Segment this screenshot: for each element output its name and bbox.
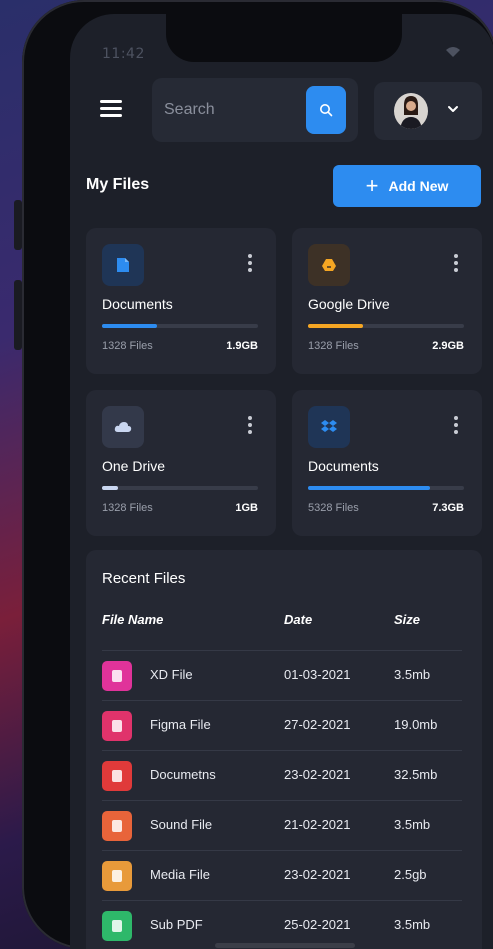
storage-size: 1GB bbox=[235, 502, 258, 514]
file-date: 23-02-2021 bbox=[284, 767, 351, 782]
file-size: 19.0mb bbox=[394, 717, 438, 732]
recent-files-panel: Recent Files File Name Date Size XD File… bbox=[86, 550, 482, 949]
page-title: My Files bbox=[86, 176, 150, 193]
status-time: 11:42 bbox=[102, 46, 145, 62]
xd-file-icon bbox=[102, 661, 132, 691]
media-file-icon bbox=[102, 861, 132, 891]
file-name: Sub PDF bbox=[150, 917, 203, 932]
file-count: 5328 Files bbox=[308, 502, 359, 514]
dropbox-icon bbox=[321, 420, 337, 432]
file-count: 1328 Files bbox=[102, 502, 153, 514]
more-options-icon[interactable] bbox=[248, 416, 252, 437]
file-size: 32.5mb bbox=[394, 767, 438, 782]
file-name: Media File bbox=[150, 867, 210, 882]
table-row[interactable]: Figma File 27-02-2021 19.0mb bbox=[102, 700, 462, 750]
storage-size: 2.9GB bbox=[432, 340, 464, 352]
document-file-icon bbox=[102, 761, 132, 791]
table-row[interactable]: XD File 01-03-2021 3.5mb bbox=[102, 650, 462, 700]
table-row[interactable]: Sound File 21-02-2021 3.5mb bbox=[102, 800, 462, 850]
file-size: 2.5gb bbox=[394, 867, 427, 882]
file-date: 25-02-2021 bbox=[284, 917, 351, 932]
file-count: 1328 Files bbox=[102, 340, 153, 352]
file-size: 3.5mb bbox=[394, 667, 431, 682]
pdf-file-icon bbox=[102, 911, 132, 941]
wifi-icon bbox=[446, 47, 460, 57]
storage-progress bbox=[308, 486, 464, 490]
storage-card-documents[interactable]: Documents 1328 Files 1.9GB bbox=[86, 228, 276, 374]
storage-size: 1.9GB bbox=[226, 340, 258, 352]
file-date: 01-03-2021 bbox=[284, 667, 351, 682]
file-count: 1328 Files bbox=[308, 340, 359, 352]
file-name: XD File bbox=[150, 667, 193, 682]
file-name: Sound File bbox=[150, 817, 213, 832]
storage-size: 7.3GB bbox=[432, 502, 464, 514]
file-size: 3.5mb bbox=[394, 917, 431, 932]
status-icons bbox=[445, 46, 461, 61]
document-icon bbox=[117, 258, 129, 272]
add-new-button[interactable]: + Add New bbox=[333, 165, 481, 207]
plus-icon: + bbox=[365, 173, 379, 198]
storage-card-one-drive[interactable]: One Drive 1328 Files 1GB bbox=[86, 390, 276, 536]
chevron-down-icon bbox=[448, 106, 458, 112]
icon-box bbox=[102, 406, 144, 448]
search-icon bbox=[320, 104, 333, 117]
card-name: One Drive bbox=[102, 458, 166, 474]
storage-progress bbox=[102, 324, 258, 328]
phone-frame: 11:42 My Files + Add New bbox=[22, 0, 493, 949]
storage-progress bbox=[308, 324, 464, 328]
storage-card-google-drive[interactable]: Google Drive 1328 Files 2.9GB bbox=[292, 228, 482, 374]
home-indicator bbox=[215, 943, 355, 948]
volume-up-button bbox=[14, 200, 22, 250]
storage-progress bbox=[102, 486, 258, 490]
more-options-icon[interactable] bbox=[454, 254, 458, 275]
volume-down-button bbox=[14, 280, 22, 350]
cloud-icon bbox=[114, 422, 132, 432]
notch bbox=[166, 14, 402, 62]
icon-box bbox=[102, 244, 144, 286]
sound-file-icon bbox=[102, 811, 132, 841]
search-bar bbox=[152, 78, 358, 142]
recent-files-title: Recent Files bbox=[102, 570, 186, 587]
card-name: Google Drive bbox=[308, 296, 390, 312]
file-name: Figma File bbox=[150, 717, 211, 732]
more-options-icon[interactable] bbox=[248, 254, 252, 275]
file-date: 21-02-2021 bbox=[284, 817, 351, 832]
figma-file-icon bbox=[102, 711, 132, 741]
file-name: Documetns bbox=[150, 767, 216, 782]
column-header-date: Date bbox=[284, 612, 313, 627]
storage-card-dropbox[interactable]: Documents 5328 Files 7.3GB bbox=[292, 390, 482, 536]
more-options-icon[interactable] bbox=[454, 416, 458, 437]
file-date: 27-02-2021 bbox=[284, 717, 351, 732]
search-button[interactable] bbox=[306, 86, 346, 134]
file-date: 23-02-2021 bbox=[284, 867, 351, 882]
icon-box bbox=[308, 406, 350, 448]
card-name: Documents bbox=[308, 458, 379, 474]
table-row[interactable]: Sub PDF 25-02-2021 3.5mb bbox=[102, 900, 462, 949]
table-row[interactable]: Documetns 23-02-2021 32.5mb bbox=[102, 750, 462, 800]
file-size: 3.5mb bbox=[394, 817, 431, 832]
app-screen: 11:42 My Files + Add New bbox=[70, 14, 493, 949]
hamburger-menu-icon[interactable] bbox=[100, 100, 122, 118]
column-header-file-name: File Name bbox=[102, 612, 164, 627]
column-header-size: Size bbox=[394, 612, 421, 627]
add-new-label: Add New bbox=[388, 178, 449, 194]
search-input[interactable] bbox=[164, 98, 304, 122]
google-drive-icon bbox=[322, 259, 336, 271]
card-name: Documents bbox=[102, 296, 173, 312]
avatar bbox=[394, 93, 428, 129]
icon-box bbox=[308, 244, 350, 286]
profile-menu[interactable] bbox=[374, 82, 482, 140]
table-row[interactable]: Media File 23-02-2021 2.5gb bbox=[102, 850, 462, 900]
